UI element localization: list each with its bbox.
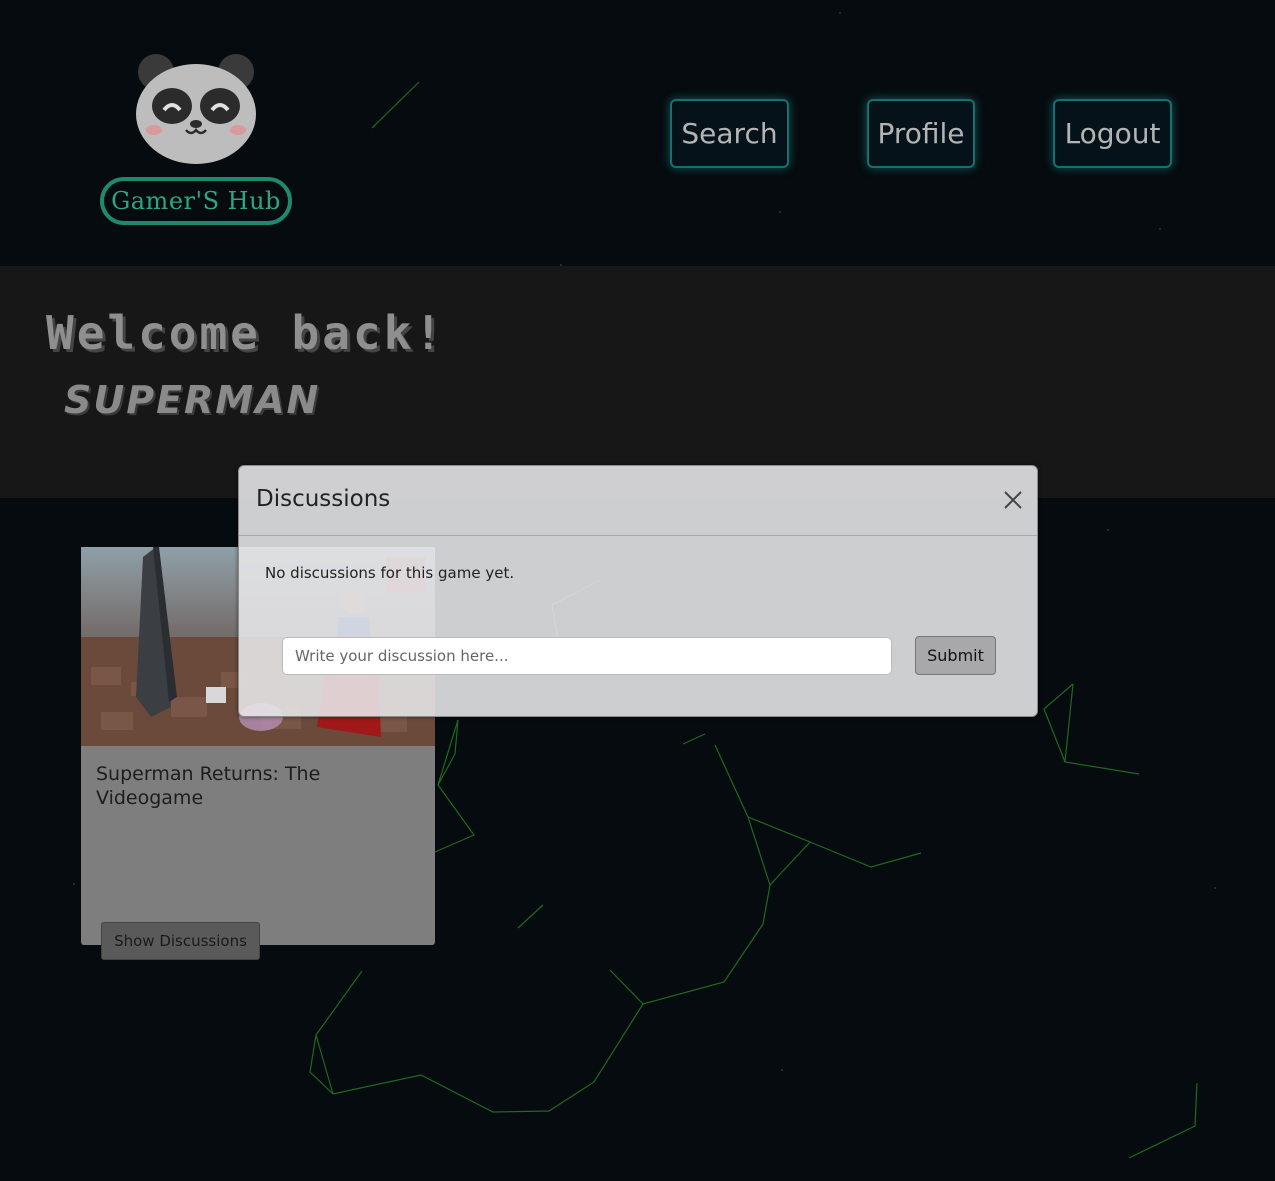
logo-text: Gamer'S Hub <box>100 177 292 225</box>
panda-logo-icon <box>136 54 256 164</box>
modal-header: Discussions <box>239 466 1037 536</box>
modal-title: Discussions <box>256 486 391 512</box>
site-logo[interactable]: Gamer'S Hub <box>100 50 292 228</box>
show-discussions-button[interactable]: Show Discussions <box>101 922 260 960</box>
submit-button[interactable]: Submit <box>915 636 996 675</box>
empty-discussions-message: No discussions for this game yet. <box>265 564 515 582</box>
profile-nav-button[interactable]: Profile <box>867 99 975 168</box>
close-icon <box>1004 491 1022 509</box>
welcome-title: Welcome back! <box>46 306 446 360</box>
welcome-banner: Welcome back! SUPERMAN <box>0 266 1275 498</box>
search-nav-button[interactable]: Search <box>670 99 789 168</box>
logout-nav-button[interactable]: Logout <box>1053 99 1172 168</box>
site-header: Gamer'S Hub Search Profile Logout <box>0 0 1275 266</box>
game-title: Superman Returns: The Videogame <box>96 763 321 809</box>
close-button[interactable] <box>1001 488 1025 512</box>
discussions-modal: Discussions No discussions for this game… <box>238 465 1038 717</box>
discussion-input[interactable] <box>282 637 892 675</box>
welcome-username: SUPERMAN <box>64 378 321 422</box>
